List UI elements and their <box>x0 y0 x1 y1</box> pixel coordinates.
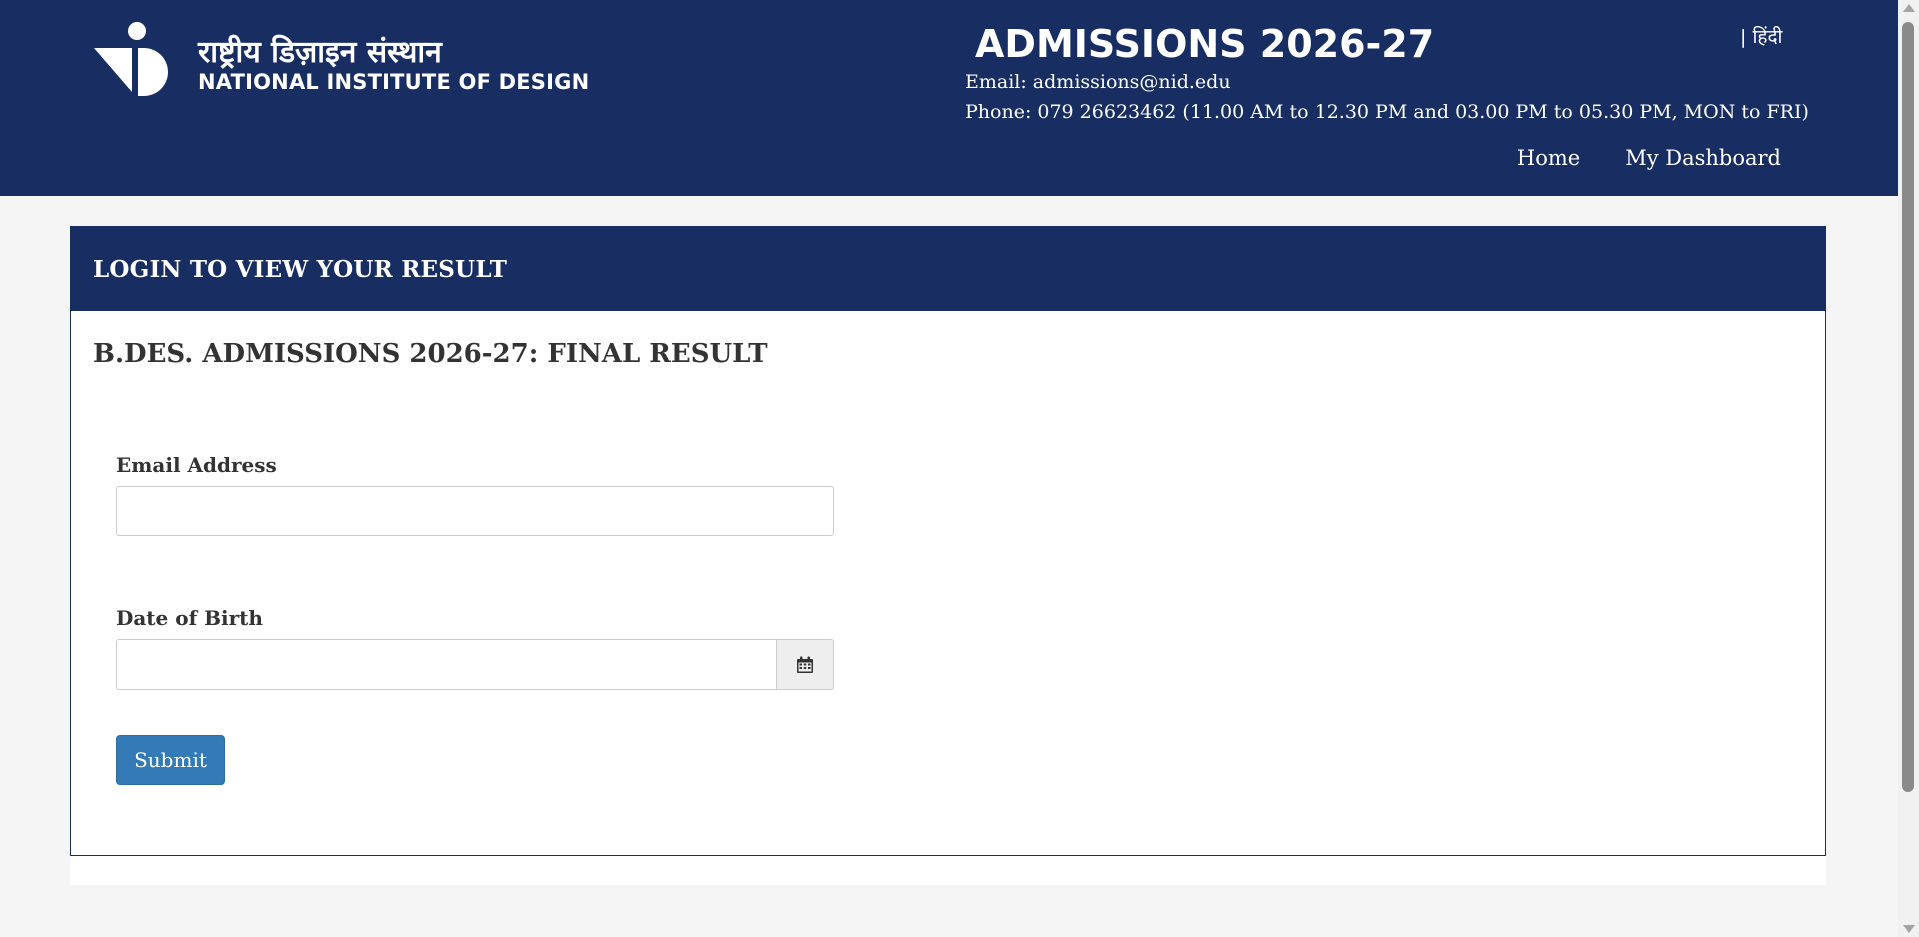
nid-logo-mark-icon <box>94 22 168 96</box>
admissions-title: ADMISSIONS 2026-27 <box>975 22 1435 66</box>
dob-field-group: Date of Birth <box>116 606 834 690</box>
result-login-form: Email Address Date of Birth Submit <box>116 453 834 785</box>
language-switch-hindi[interactable]: | हिंदी <box>1740 23 1782 49</box>
submit-button[interactable]: Submit <box>116 735 225 785</box>
page-scrollbar[interactable] <box>1898 0 1919 937</box>
dob-label: Date of Birth <box>116 606 263 630</box>
site-header: राष्ट्रीय डिज़ाइन संस्थान NATIONAL INSTI… <box>0 0 1898 196</box>
logo-hindi-text: राष्ट्रीय डिज़ाइन संस्थान <box>198 35 442 70</box>
email-label: Email Address <box>116 453 277 477</box>
dob-field[interactable] <box>116 639 776 690</box>
contact-email: Email: admissions@nid.edu <box>965 71 1231 93</box>
calendar-button[interactable] <box>776 639 834 690</box>
nid-logo[interactable]: राष्ट्रीय डिज़ाइन संस्थान NATIONAL INSTI… <box>92 20 589 100</box>
nav-dashboard-link[interactable]: My Dashboard <box>1625 146 1781 170</box>
nav-home-link[interactable]: Home <box>1517 146 1580 170</box>
scroll-down-arrow-icon[interactable] <box>1903 925 1915 933</box>
email-field-group: Email Address <box>116 453 834 536</box>
calendar-icon <box>797 656 813 673</box>
main-nav: Home My Dashboard <box>1517 146 1781 170</box>
email-field[interactable] <box>116 486 834 536</box>
contact-phone: Phone: 079 26623462 (11.00 AM to 12.30 P… <box>965 101 1809 123</box>
login-panel: LOGIN TO VIEW YOUR RESULT B.DES. ADMISSI… <box>70 226 1826 856</box>
logo-english-text: NATIONAL INSTITUTE OF DESIGN <box>198 70 590 94</box>
result-title: B.DES. ADMISSIONS 2026-27: FINAL RESULT <box>93 339 768 369</box>
scroll-up-arrow-icon[interactable] <box>1903 4 1915 12</box>
scroll-thumb[interactable] <box>1902 22 1914 792</box>
panel-heading: LOGIN TO VIEW YOUR RESULT <box>71 227 1825 311</box>
dob-input-group <box>116 639 834 690</box>
